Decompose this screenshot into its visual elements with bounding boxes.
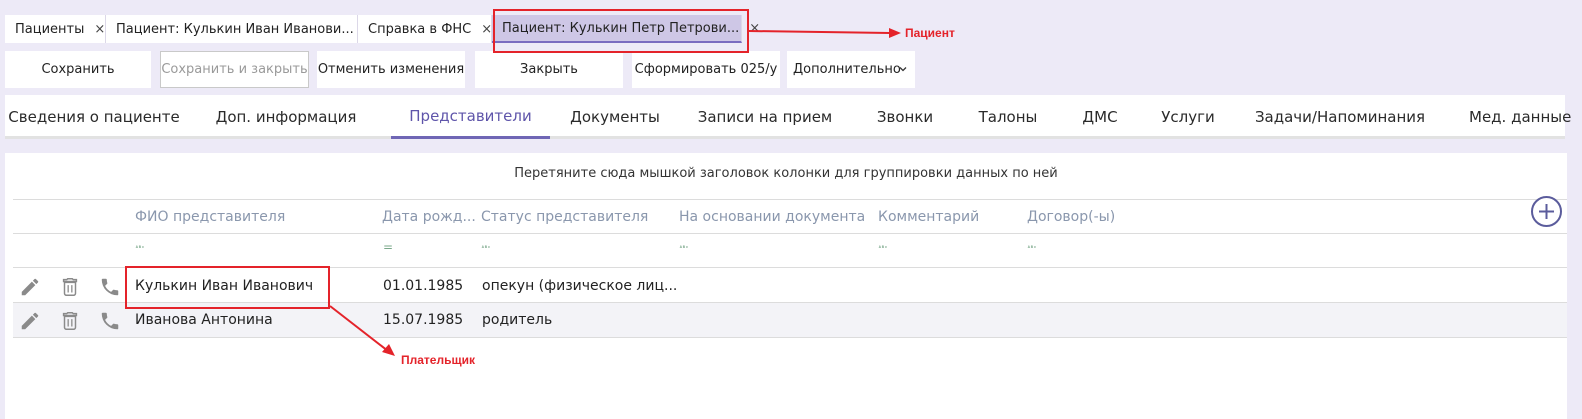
arrow-to-payer-label-icon bbox=[329, 305, 395, 356]
annotation-label-payer: Плательщик bbox=[401, 353, 475, 367]
annotation-label-patient: Пациент bbox=[905, 26, 955, 40]
annotation-arrows bbox=[329, 28, 901, 356]
arrow-to-patient-label-icon bbox=[748, 28, 901, 38]
